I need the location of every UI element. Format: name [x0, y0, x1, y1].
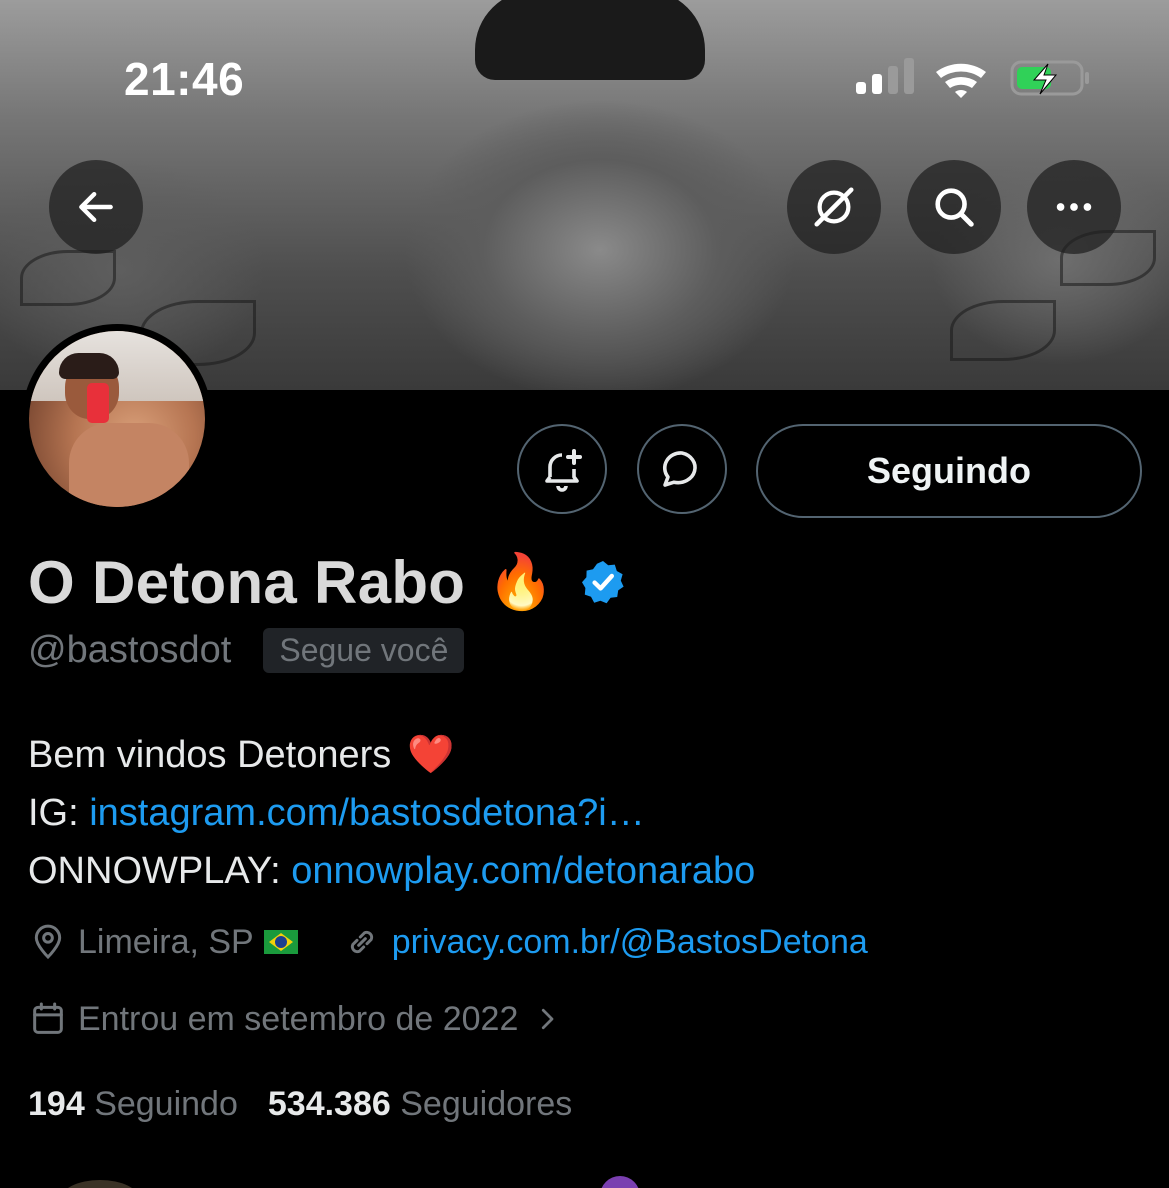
followers-label: Seguidores [400, 1085, 573, 1123]
verified-badge-icon[interactable] [579, 558, 627, 606]
more-button[interactable] [1027, 160, 1121, 254]
calendar-icon [33, 1002, 63, 1034]
grok-icon [814, 187, 854, 227]
wifi-icon [936, 63, 986, 98]
profile-location: Limeira, SP [78, 922, 254, 961]
status-time: 21:46 [124, 53, 245, 105]
follow-stats: 194 Seguindo 534.386 Seguidores [28, 1085, 572, 1124]
search-button[interactable] [907, 160, 1001, 254]
followed-by-avatar [60, 1180, 140, 1188]
bio-line-2: IG: instagram.com/bastosdetona?i… [28, 784, 755, 842]
profile-name-row: O Detona Rabo 🔥 [28, 542, 627, 622]
bell-plus-icon [545, 449, 582, 492]
followers-stat[interactable]: 534.386 Seguidores [268, 1085, 572, 1124]
avatar-image [29, 331, 205, 507]
status-icons [856, 58, 1096, 98]
follows-you-badge: Segue você [263, 628, 465, 673]
joined-row[interactable]: Entrou em setembro de 2022 [28, 999, 562, 1039]
fire-emoji: 🔥 [487, 551, 555, 612]
banner-leaf-pattern [950, 300, 1056, 361]
brazil-flag-icon [263, 930, 298, 954]
followed-by-row-cutoff [0, 1170, 1169, 1188]
banner-leaf-pattern [20, 250, 116, 306]
chat-bubble-icon [663, 451, 697, 487]
display-name: O Detona Rabo [28, 548, 466, 616]
instagram-link[interactable]: instagram.com/bastosdetona?i… [89, 784, 645, 842]
website-link[interactable]: privacy.com.br/@BastosDetona [392, 923, 868, 962]
following-count: 194 [28, 1085, 85, 1123]
following-button[interactable]: Seguindo [756, 424, 1142, 518]
profile-handle: @bastosdot [28, 629, 232, 671]
back-button[interactable] [49, 160, 143, 254]
bio-ig-label: IG: [28, 792, 90, 834]
joined-date: Entrou em setembro de 2022 [78, 999, 519, 1038]
following-stat[interactable]: 194 Seguindo [28, 1085, 238, 1124]
bio-line-3: ONNOWPLAY: onnowplay.com/detonarabo [28, 842, 755, 900]
bio-line-1: Bem vindos Detoners ❤️ [28, 726, 755, 784]
grok-button[interactable] [787, 160, 881, 254]
bio-welcome-text: Bem vindos Detoners [28, 734, 392, 776]
notifications-button[interactable] [517, 424, 607, 514]
followers-count: 534.386 [267, 1085, 391, 1123]
onnowplay-link[interactable]: onnowplay.com/detonarabo [291, 842, 755, 900]
chevron-right-icon [542, 1008, 554, 1030]
bio-onnowplay-label: ONNOWPLAY: [28, 850, 292, 892]
arrow-left-icon [79, 191, 113, 223]
heart-emoji: ❤️ [407, 734, 455, 776]
more-icon [1056, 203, 1092, 211]
search-icon [935, 188, 974, 227]
avatar[interactable] [22, 324, 212, 514]
profile-meta-row: Limeira, SP privacy.com.br/@BastosDetona [28, 922, 868, 962]
status-icons-group [856, 58, 1089, 98]
banner-figure-cap [475, 0, 705, 80]
link-icon [350, 930, 373, 954]
profile-bio: Bem vindos Detoners ❤️ IG: instagram.com… [28, 726, 755, 900]
location-pin-icon [34, 924, 62, 960]
signal-icon [856, 58, 914, 94]
devil-emoji-fragment [600, 1176, 640, 1188]
message-button[interactable] [637, 424, 727, 514]
handle-row: @bastosdot Segue você [28, 628, 465, 673]
battery-icon [1010, 60, 1089, 96]
following-label: Seguindo [94, 1085, 238, 1123]
